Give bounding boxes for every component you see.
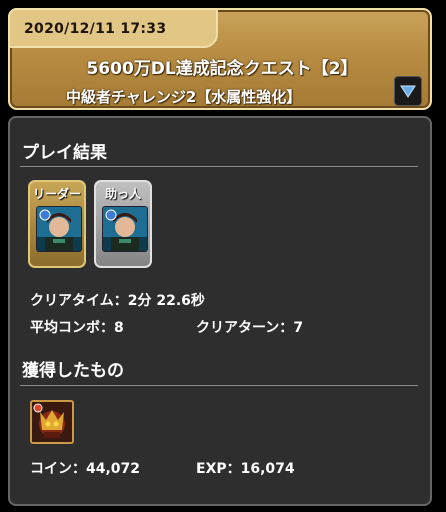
triangle-down-icon <box>400 85 416 98</box>
clear-turns-label: クリアターン： <box>196 320 294 336</box>
clear-turns-row: クリアターン：7 <box>196 317 303 337</box>
helper-monster-icon <box>102 206 148 252</box>
leader-card[interactable]: リーダー <box>28 180 86 268</box>
exp-label: EXP： <box>196 461 241 477</box>
result-panel <box>8 116 432 506</box>
divider <box>20 166 418 167</box>
avg-combo-row: 平均コンボ：8 <box>30 317 124 337</box>
avg-combo-value: 8 <box>114 320 124 336</box>
coin-label: コイン： <box>30 461 86 477</box>
clear-time-label: クリアタイム： <box>30 293 128 309</box>
leader-label: リーダー <box>32 187 81 201</box>
clear-time-value: 2分 22.6秒 <box>127 293 205 309</box>
helper-label: 助っ人 <box>104 187 141 201</box>
exp-row: EXP：16,074 <box>196 458 295 478</box>
divider <box>20 385 418 386</box>
helper-card[interactable]: 助っ人 <box>94 180 152 268</box>
avg-combo-label: 平均コンボ： <box>30 320 114 336</box>
clear-turns-value: 7 <box>293 320 304 336</box>
exp-value: 16,074 <box>240 461 295 477</box>
coin-value: 44,072 <box>86 461 141 477</box>
clear-time-row: クリアタイム：2分 22.6秒 <box>30 290 205 310</box>
quest-title: 5600万DL達成記念クエスト【2】 <box>86 59 358 79</box>
leader-monster-icon <box>36 206 82 252</box>
expand-button[interactable] <box>394 76 422 106</box>
dungeon-name: 中級者チャレンジ2【水属性強化】 <box>66 88 302 106</box>
coin-row: コイン：44,072 <box>30 458 140 478</box>
clear-date: 2020/12/11 17:33 <box>24 21 167 37</box>
dropped-monster-icon[interactable] <box>30 400 74 444</box>
rewards-heading: 獲得したもの <box>22 361 124 381</box>
quest-header-banner: 2020/12/11 17:33 5600万DL達成記念クエスト【2】 中級者チ… <box>8 8 432 110</box>
play-result-heading: プレイ結果 <box>22 143 107 163</box>
